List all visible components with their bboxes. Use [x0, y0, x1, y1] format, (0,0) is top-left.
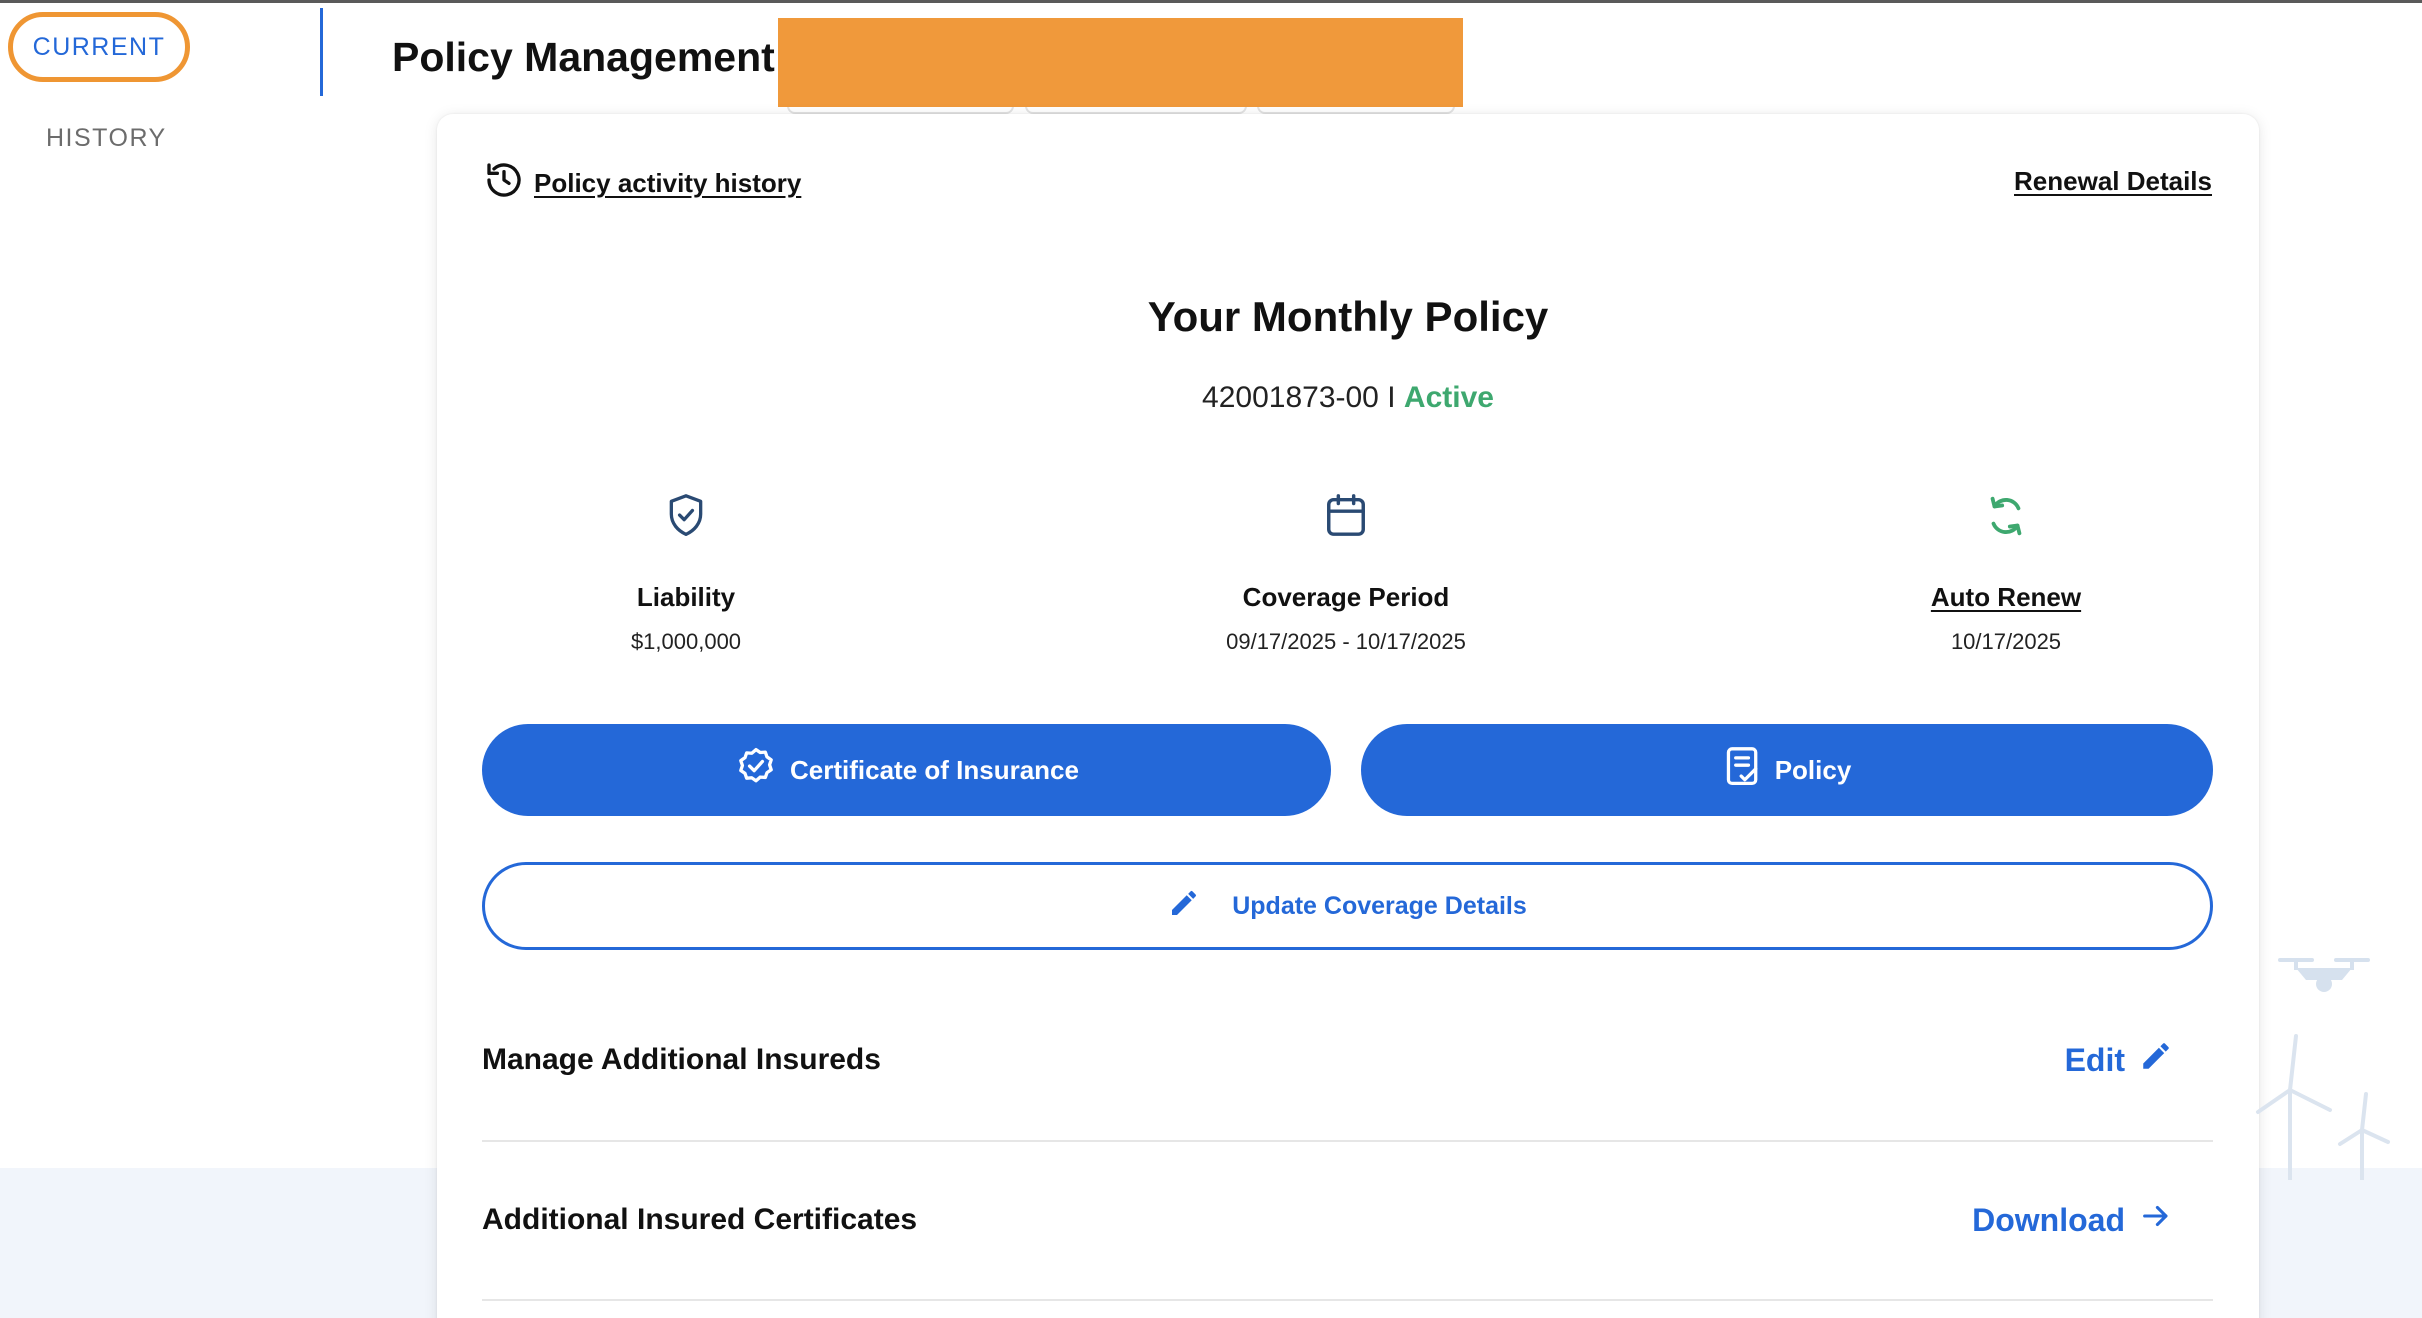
calendar-icon [1096, 490, 1596, 542]
tab-divider [320, 8, 323, 96]
tab-current[interactable]: CURRENT [8, 12, 190, 82]
policy-number-separator: I [1387, 381, 1396, 414]
manage-additional-insureds-label: Manage Additional Insureds [482, 1043, 881, 1076]
download-button[interactable]: Download [1972, 1170, 2173, 1270]
policy-activity-history-link[interactable]: Policy activity history [484, 160, 801, 207]
tab-history[interactable]: HISTORY [46, 124, 167, 153]
redaction-block [778, 18, 1463, 107]
policy-title: Your Monthly Policy [1147, 293, 1549, 340]
page-title: Policy Management [392, 34, 775, 80]
status-badge: Active [1403, 381, 1494, 414]
additional-insured-certificates-row: Additional Insured Certificates Download [482, 1170, 2213, 1270]
policy-activity-history-label: Policy activity history [534, 168, 802, 198]
liability-value: $1,000,000 [630, 629, 742, 654]
download-label: Download [1972, 1201, 2125, 1238]
refresh-icon [1756, 490, 2256, 542]
tab-history-label: HISTORY [46, 124, 167, 152]
update-coverage-details-button[interactable]: Update Coverage Details [482, 862, 2213, 950]
top-border [0, 0, 2422, 3]
renewal-details-link[interactable]: Renewal Details [2014, 166, 2212, 197]
pencil-icon [2139, 1039, 2173, 1081]
coverage-period-value: 09/17/2025 - 10/17/2025 [1226, 629, 1466, 654]
pencil-icon [1168, 887, 1200, 926]
tab-current-label: CURRENT [32, 32, 166, 61]
metric-auto-renew: Auto Renew 10/17/2025 [1756, 490, 2256, 655]
document-check-icon [1723, 745, 1763, 796]
edit-button[interactable]: Edit [2065, 1010, 2173, 1110]
coverage-period-label: Coverage Period [1242, 582, 1450, 612]
wind-turbines-illustration-icon [2250, 1030, 2400, 1185]
certificate-of-insurance-label: Certificate of Insurance [790, 754, 1079, 785]
auto-renew-value: 10/17/2025 [1950, 629, 2062, 654]
history-icon [484, 160, 524, 207]
row-divider [482, 1299, 2213, 1301]
policy-label: Policy [1774, 754, 1852, 785]
policy-number: 42001873-00 [1202, 381, 1379, 414]
page: CURRENT HISTORY Policy Management Policy… [0, 0, 2422, 1318]
policy-number-line: 42001873-00 I Active [437, 381, 2259, 415]
row-divider [482, 1140, 2213, 1142]
liability-label: Liability [636, 582, 736, 612]
shield-check-icon [436, 490, 936, 542]
metric-liability: Liability $1,000,000 [436, 490, 936, 655]
edit-label: Edit [2064, 1041, 2125, 1078]
policy-button[interactable]: Policy [1361, 724, 2213, 816]
drone-illustration-icon [2276, 950, 2372, 1005]
auto-renew-link[interactable]: Auto Renew [1756, 582, 2256, 613]
badge-check-icon [734, 745, 778, 796]
certificate-of-insurance-button[interactable]: Certificate of Insurance [482, 724, 1331, 816]
manage-additional-insureds-row: Manage Additional Insureds Edit [482, 1010, 2213, 1110]
update-coverage-details-label: Update Coverage Details [1232, 891, 1527, 920]
additional-insured-certificates-label: Additional Insured Certificates [482, 1203, 918, 1236]
arrow-right-icon [2139, 1199, 2173, 1241]
metric-coverage-period: Coverage Period 09/17/2025 - 10/17/2025 [1096, 490, 1596, 655]
